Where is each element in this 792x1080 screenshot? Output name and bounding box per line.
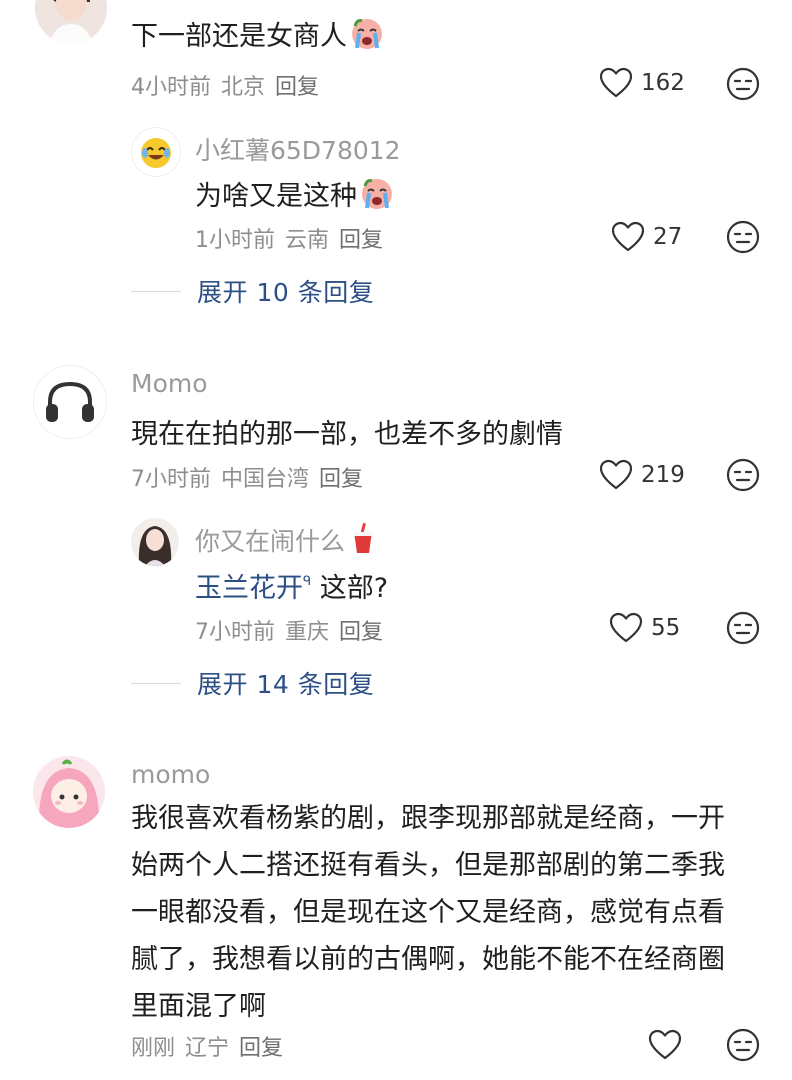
- divider: [131, 682, 181, 684]
- comment-text: 現在在拍的那一部，也差不多的劇情: [131, 419, 563, 450]
- expand-replies-button[interactable]: 展开 14 条回复: [131, 665, 374, 701]
- like-button[interactable]: 219: [599, 459, 685, 491]
- avatar-user-2[interactable]: [33, 365, 107, 439]
- like-count: 162: [641, 70, 685, 96]
- neutral-face-icon: [726, 220, 760, 254]
- expand-replies-label: 展开 10 条回复: [197, 278, 375, 307]
- comment-location: 辽宁: [185, 1036, 230, 1061]
- like-count: 219: [641, 462, 685, 488]
- reply-username[interactable]: 你又在闹什么: [195, 522, 375, 561]
- reply-meta: 7小时前 重庆 回复: [195, 614, 393, 646]
- smiley-avatar: [132, 128, 180, 176]
- heart-icon: [599, 459, 633, 490]
- dislike-button[interactable]: [726, 458, 760, 496]
- reply-text-content: 这部?: [311, 573, 389, 604]
- reply-button[interactable]: 回复: [239, 1036, 283, 1061]
- drink-cup-emoji: [351, 522, 375, 561]
- dislike-button[interactable]: [726, 67, 760, 105]
- reply-button[interactable]: 回复: [319, 467, 363, 492]
- crying-emoji: [359, 176, 395, 217]
- heart-icon: [599, 67, 633, 98]
- comment-text: 我很喜欢看杨紫的剧，跟李现那部就是经商，一开始两个人二搭还挺有看头，但是那部剧的…: [131, 803, 725, 1022]
- reply-text: 玉兰花开ᑫ 这部?: [195, 566, 388, 605]
- comment-time: 7小时前: [131, 467, 211, 492]
- mention-text: 玉兰花开: [195, 573, 303, 604]
- crying-emoji: [349, 16, 385, 57]
- mention-suffix: ᑫ: [303, 574, 312, 589]
- comment-location: 中国台湾: [221, 467, 310, 492]
- comment-time: 4小时前: [131, 75, 211, 100]
- reply-text: 为啥又是这种: [195, 174, 395, 217]
- heart-icon: [609, 612, 643, 643]
- reply-time: 1小时前: [195, 228, 275, 253]
- like-button[interactable]: [648, 1029, 682, 1061]
- dislike-button[interactable]: [726, 220, 760, 258]
- dislike-button[interactable]: [726, 1028, 760, 1066]
- like-button[interactable]: 27: [611, 221, 682, 253]
- reply-button[interactable]: 回复: [339, 620, 383, 645]
- like-count: 55: [651, 615, 681, 641]
- expand-replies-button[interactable]: 展开 10 条回复: [131, 273, 374, 309]
- comment-time: 刚刚: [131, 1036, 176, 1061]
- mention-link[interactable]: 玉兰花开ᑫ: [195, 573, 311, 604]
- like-button[interactable]: 162: [599, 67, 685, 99]
- heart-icon: [648, 1029, 682, 1060]
- comment-location: 北京: [221, 75, 266, 100]
- headphones-avatar: [34, 366, 106, 438]
- reply-location: 重庆: [285, 620, 330, 645]
- girl-avatar: [33, 756, 105, 828]
- reply-button[interactable]: 回复: [339, 228, 383, 253]
- girl-avatar: [131, 518, 179, 566]
- like-count: 27: [653, 224, 683, 250]
- expand-replies-label: 展开 14 条回复: [197, 670, 375, 699]
- comment-meta: 4小时前 北京 回复: [131, 69, 329, 101]
- comment-text-content: 下一部还是女商人: [131, 21, 347, 52]
- reply-username-text: 你又在闹什么: [195, 527, 346, 556]
- avatar-user-3[interactable]: [33, 756, 105, 828]
- comment-username[interactable]: momo: [131, 760, 210, 789]
- comment-meta: 7小时前 中国台湾 回复: [131, 461, 373, 493]
- reply-location: 云南: [285, 228, 330, 253]
- avatar-reply-1[interactable]: [131, 127, 181, 177]
- heart-icon: [611, 221, 645, 252]
- dislike-button[interactable]: [726, 611, 760, 649]
- reply-meta: 1小时前 云南 回复: [195, 222, 393, 254]
- reply-username[interactable]: 小红薯65D78012: [195, 131, 401, 167]
- reply-button[interactable]: 回复: [275, 75, 319, 100]
- reply-time: 7小时前: [195, 620, 275, 645]
- neutral-face-icon: [726, 458, 760, 492]
- comment-meta: 刚刚 辽宁 回复: [131, 1030, 293, 1062]
- avatar-user-1[interactable]: [35, 0, 107, 44]
- neutral-face-icon: [726, 67, 760, 101]
- neutral-face-icon: [726, 1028, 760, 1062]
- comment-text: 下一部还是女商人: [131, 14, 385, 57]
- comment-username[interactable]: Momo: [131, 369, 208, 398]
- like-button[interactable]: 55: [609, 612, 680, 644]
- reply-text-content: 为啥又是这种: [195, 181, 357, 212]
- avatar-reply-2[interactable]: [131, 518, 179, 566]
- divider: [131, 290, 181, 292]
- neutral-face-icon: [726, 611, 760, 645]
